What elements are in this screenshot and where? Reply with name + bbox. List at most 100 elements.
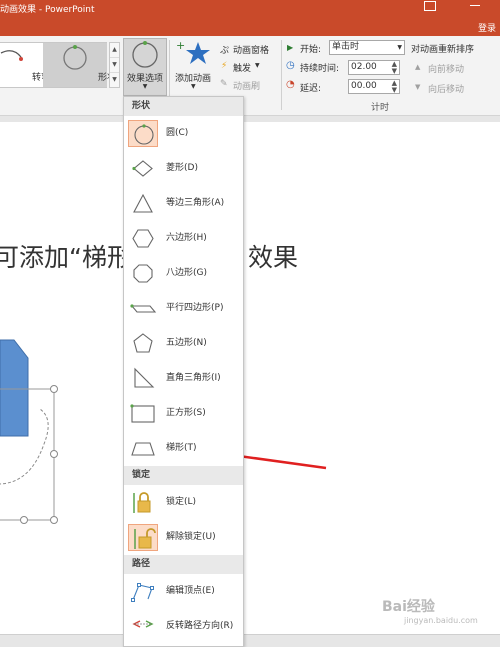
window-title: 动画效果 - PowerPoint [0,5,95,15]
menu-item-unlock[interactable]: 解除锁定(U) [124,520,243,555]
edit-points-icon [128,578,158,605]
spin-down-icon[interactable]: ▼ [392,68,397,75]
status-bar [0,634,500,647]
start-select-value: 单击时 [332,42,360,52]
menu-item-label: 菱形(D) [166,163,198,173]
menu-item-square[interactable]: 正方形(S) [124,396,243,431]
animation-painter-label: 动画刷 [233,82,261,92]
gallery-scroll[interactable]: ▲ ▼ ▼ [109,42,120,88]
menu-item-circle[interactable]: 圆(C) [124,116,243,151]
menu-item-label: 五边形(N) [166,338,207,348]
menu-item-pentagon[interactable]: 五边形(N) [124,326,243,361]
menu-item-label: 等边三角形(A) [166,198,225,208]
duration-label: 持续时间: [300,64,340,74]
chevron-down-icon: ▼ [191,83,196,90]
slide[interactable]: 可添加“梯形 效果 [0,122,500,634]
delay-value: 00.00 [351,81,377,91]
start-select[interactable]: 单击时 ▼ [329,40,405,55]
animations-ribbon: 转弯 形状 ▲ ▼ ▼ 效果选项 ▼ + 添加动画 ▼ ぷ 动画窗格 ⚡ 触发 … [0,36,500,116]
triangle-icon [128,190,158,217]
menu-item-edit-points[interactable]: 编辑顶点(E) [124,574,243,609]
menu-item-right-triangle[interactable]: 直角三角形(I) [124,361,243,396]
slide-canvas: 可添加“梯形 效果 [0,116,500,634]
lightning-icon: ⚡ [221,61,228,71]
scroll-down-icon[interactable]: ▼ [110,58,119,73]
slide-text-left: 可添加“梯形 [0,243,132,272]
duration-value: 02.00 [351,62,377,72]
move-later-label: 向后移动 [428,85,465,95]
move-earlier-label: 向前移动 [428,65,465,75]
menu-item-label: 梯形(T) [166,443,197,453]
hexagon-icon [128,225,158,252]
delay-icon: ◔ [286,79,295,90]
chevron-down-icon: ▼ [255,62,260,69]
pentagon-icon [128,330,158,357]
clock-icon: ◷ [286,60,295,71]
menu-item-hexagon[interactable]: 六边形(H) [124,221,243,256]
menu-item-lock[interactable]: 锁定(L) [124,485,243,520]
menu-item-label: 反转路径方向(R) [166,621,234,631]
restore-icon[interactable] [424,1,436,11]
signin-link[interactable]: 登录 [478,21,496,34]
title-bar: 动画效果 - PowerPoint 登录 [0,0,500,36]
menu-item-diamond[interactable]: 菱形(D) [124,151,243,186]
play-icon: ▶ [287,43,294,52]
parallelogram-icon [128,295,158,322]
menu-item-trapezoid[interactable]: 梯形(T) [124,431,243,466]
watermark-logo: Bai经验 [382,599,435,615]
add-animation-button[interactable]: + 添加动画 ▼ [172,38,218,96]
gallery-item-turn[interactable]: 转弯 [0,43,50,87]
svg-text:+: + [176,39,185,52]
slide-shape[interactable] [0,334,70,544]
slide-text-right: 效果 [248,243,299,272]
right-triangle-icon [128,365,158,392]
watermark-url: jingyan.baidu.com [404,616,478,625]
diamond-icon [128,155,158,182]
chevron-down-icon: ▼ [397,44,402,51]
trapezoid-icon [128,435,158,462]
effect-options-button[interactable]: 效果选项 ▼ [123,38,167,96]
add-animation-star-icon: + [176,39,210,64]
square-icon [128,400,158,427]
lock-icon [128,489,158,516]
menu-item-triangle[interactable]: 等边三角形(A) [124,186,243,221]
arrow-down-icon: ▼ [415,83,421,91]
menu-item-parallelogram[interactable]: 平行四边形(P) [124,291,243,326]
timing-group-label: 计时 [371,103,390,113]
chevron-down-icon: ▼ [142,83,148,90]
menu-section-heading: 锁定 [124,466,243,485]
minimize-icon[interactable] [470,5,480,6]
spin-down-icon[interactable]: ▼ [392,87,397,94]
circle-icon [128,120,158,147]
animation-pane-label: 动画窗格 [233,46,270,56]
gallery-item-shape[interactable]: 形状 [43,43,116,87]
reorder-label: 对动画重新排序 [411,45,475,55]
menu-item-label: 平行四边形(P) [166,303,224,313]
menu-item-label: 正方形(S) [166,408,206,418]
ribbon-separator [281,40,282,110]
menu-section-heading: 形状 [124,97,243,116]
menu-item-label: 圆(C) [166,128,189,138]
effect-options-icon [132,41,158,68]
painter-brush-icon: ✎ [220,79,228,89]
arrow-up-icon: ▲ [415,63,421,71]
delay-input[interactable]: 00.00 ▲ ▼ [348,79,400,94]
menu-item-label: 解除锁定(U) [166,532,216,542]
menu-item-octagon[interactable]: 八边形(G) [124,256,243,291]
duration-input[interactable]: 02.00 ▲ ▼ [348,60,400,75]
animation-pane-icon: ぷ [220,46,230,56]
scroll-up-icon[interactable]: ▲ [110,43,119,58]
reverse-path-icon [128,613,158,640]
menu-item-label: 编辑顶点(E) [166,586,215,596]
animation-gallery: 转弯 形状 [0,42,116,88]
octagon-icon [128,260,158,287]
menu-item-reverse-path[interactable]: 反转路径方向(R) [124,609,243,644]
menu-item-label: 锁定(L) [166,497,197,507]
unlock-icon [128,524,158,551]
delay-label: 延迟: [300,84,322,94]
gallery-more-icon[interactable]: ▼ [110,73,119,88]
effect-options-menu: 形状 圆(C) 菱形(D) 等边三角形(A) 六边形(H) 八边形(G) 平行四 [123,96,244,647]
menu-item-label: 八边形(G) [166,268,207,278]
start-label: 开始: [300,45,322,55]
menu-item-label: 六边形(H) [166,233,207,243]
